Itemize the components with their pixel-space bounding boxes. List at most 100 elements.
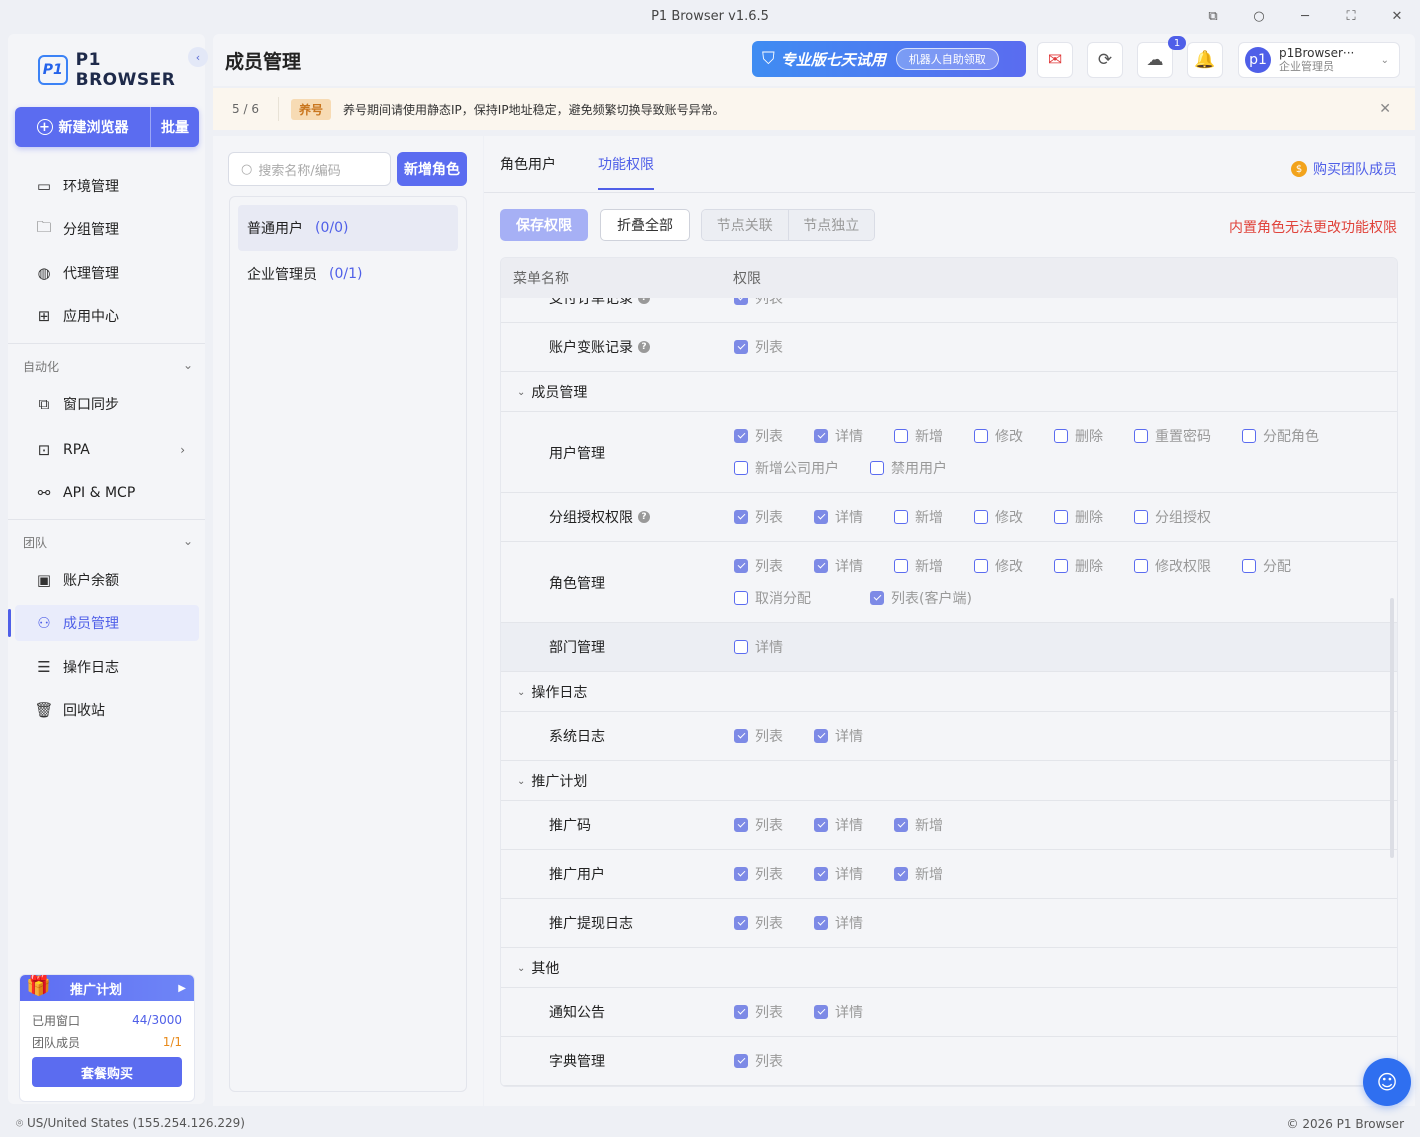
nav-environment[interactable]: ▭ 环境管理	[15, 168, 199, 204]
permission-checkbox[interactable]: 列表	[734, 507, 783, 527]
permission-checkbox[interactable]: 列表	[734, 864, 783, 884]
location-status: ⌾ US/United States (155.254.126.229)	[16, 1116, 245, 1131]
role-item[interactable]: 普通用户 (0/0)	[238, 205, 458, 251]
notice-page[interactable]: 5 / 6	[213, 97, 279, 121]
node-link-button[interactable]: 节点关联	[702, 210, 789, 240]
trial-banner[interactable]: ⛉ 专业版七天试用 机器人自助领取	[752, 41, 1026, 77]
permission-checkbox[interactable]: 新增	[894, 815, 943, 835]
permission-checkbox[interactable]: 详情	[814, 507, 863, 527]
group-toggle[interactable]: ⌄ 推广计划	[517, 771, 587, 791]
permission-checkbox[interactable]: 列表	[734, 556, 783, 576]
permission-checkbox[interactable]: 修改权限	[1134, 556, 1211, 576]
nav-recycle-bin[interactable]: 🗑 回收站	[15, 692, 199, 728]
permission-checkbox[interactable]: 列表	[734, 726, 783, 746]
role-item[interactable]: 企业管理员 (0/1)	[238, 251, 458, 297]
add-role-button[interactable]: 新增角色	[397, 152, 467, 186]
permission-checkbox[interactable]: 列表	[734, 815, 783, 835]
permission-checkbox[interactable]: 删除	[1054, 426, 1103, 446]
permission-checkbox[interactable]: 分配	[1242, 556, 1291, 576]
nav-members[interactable]: ⚇ 成员管理	[8, 605, 199, 641]
permission-checkbox[interactable]: 新增	[894, 864, 943, 884]
download-button[interactable]: ☁	[1137, 42, 1173, 78]
section-automation[interactable]: 自动化 ⌄	[23, 358, 193, 375]
menu-name-text: 字典管理	[549, 1054, 605, 1070]
pip-icon[interactable]: ⧉	[1190, 0, 1236, 32]
promo-header[interactable]: 🎁 推广计划 ▶	[20, 975, 194, 1001]
tab-function-permissions[interactable]: 功能权限	[598, 136, 654, 192]
nav-window-sync[interactable]: ⧉ 窗口同步	[15, 386, 199, 422]
permission-checkbox[interactable]: 列表	[734, 1051, 783, 1071]
nav-proxy[interactable]: ◍ 代理管理	[15, 255, 199, 291]
minimize-button[interactable]: ─	[1282, 0, 1328, 32]
permission-checkbox[interactable]: 详情	[814, 864, 863, 884]
footer: ⌾ US/United States (155.254.126.229) © 2…	[0, 1110, 1420, 1137]
save-permissions-button[interactable]: 保存权限	[500, 209, 588, 241]
permission-checkbox[interactable]: 详情	[814, 1002, 863, 1022]
group-toggle[interactable]: ⌄ 操作日志	[517, 682, 587, 702]
permission-label: 修改权限	[1155, 559, 1211, 575]
nav-balance[interactable]: ▣ 账户余额	[15, 562, 199, 598]
help-icon[interactable]: ?	[638, 511, 650, 523]
permission-checkbox[interactable]: 分组授权	[1134, 507, 1211, 527]
user-menu[interactable]: p1 p1Browser··· 企业管理员 ⌄	[1238, 42, 1400, 78]
permission-checkbox[interactable]: 详情	[734, 637, 783, 657]
permission-checkbox[interactable]: 删除	[1054, 507, 1103, 527]
permission-checkbox[interactable]: 列表	[734, 1002, 783, 1022]
permission-checkbox[interactable]: 详情	[814, 556, 863, 576]
permission-checkbox[interactable]: 详情	[814, 815, 863, 835]
nav-api-mcp[interactable]: ⚯ API & MCP	[15, 475, 199, 511]
batch-button[interactable]: 批量	[151, 107, 199, 147]
permission-checkbox[interactable]: 详情	[814, 913, 863, 933]
support-chat-button[interactable]: ☺	[1363, 1058, 1411, 1106]
buy-team-members-link[interactable]: $ 购买团队成员	[1291, 159, 1397, 179]
permission-checkbox[interactable]: 修改	[974, 556, 1023, 576]
permission-checkbox[interactable]: 列表(客户端)	[870, 588, 972, 608]
close-button[interactable]: ✕	[1374, 0, 1420, 32]
permission-checkbox[interactable]: 修改	[974, 426, 1023, 446]
nav-rpa[interactable]: ⊡ RPA ›	[15, 432, 199, 468]
permission-checkbox[interactable]: 列表	[734, 426, 783, 446]
close-icon[interactable]: ✕	[1379, 101, 1391, 117]
permission-checkbox[interactable]: 列表	[734, 913, 783, 933]
permission-checkbox[interactable]: 修改	[974, 507, 1023, 527]
permission-row: 角色管理 列表 详情 新增 修改 删除 修改权限 分配 取消分配 列表(客户端)	[501, 542, 1397, 623]
new-browser-button[interactable]: + 新建浏览器	[15, 107, 151, 147]
gift-box-button[interactable]: ✉	[1037, 42, 1073, 78]
help-icon[interactable]: ?	[638, 298, 650, 304]
notification-button[interactable]: 🔔	[1187, 42, 1223, 78]
nav-operation-log[interactable]: ☰ 操作日志	[15, 649, 199, 685]
collapse-sidebar-button[interactable]: ‹	[188, 47, 208, 67]
record-icon[interactable]: ○	[1236, 0, 1282, 32]
trial-claim-button[interactable]: 机器人自助领取	[895, 48, 999, 70]
package-buy-button[interactable]: 套餐购买	[32, 1057, 182, 1087]
permission-checkbox[interactable]: 新增公司用户	[734, 458, 839, 478]
tab-role-users[interactable]: 角色用户	[500, 136, 556, 192]
permission-checkbox[interactable]: 重置密码	[1134, 426, 1211, 446]
permission-checkbox[interactable]: 列表	[734, 337, 783, 357]
checkbox-checked-icon	[814, 729, 828, 743]
permission-checkbox[interactable]: 分配角色	[1242, 426, 1319, 446]
nav-group[interactable]: 🗀 分组管理	[15, 211, 199, 247]
refresh-button[interactable]: ⟳	[1087, 42, 1123, 78]
role-search-input[interactable]: ○ 搜索名称/编码	[228, 152, 391, 186]
checkbox-checked-icon	[734, 429, 748, 443]
permission-checkbox[interactable]: 详情	[814, 726, 863, 746]
scrollbar[interactable]	[1390, 598, 1394, 858]
help-icon[interactable]: ?	[638, 341, 650, 353]
permission-checkbox[interactable]: 详情	[814, 426, 863, 446]
node-independent-button[interactable]: 节点独立	[788, 210, 874, 240]
permission-checkbox[interactable]: 取消分配	[734, 588, 811, 608]
group-toggle[interactable]: ⌄ 成员管理	[517, 382, 587, 402]
permission-checkbox[interactable]: 新增	[894, 507, 943, 527]
permission-checkbox[interactable]: 禁用用户	[870, 458, 947, 478]
permission-checkbox[interactable]: 删除	[1054, 556, 1103, 576]
section-team[interactable]: 团队 ⌄	[23, 534, 193, 551]
group-toggle[interactable]: ⌄ 其他	[517, 958, 559, 978]
checkbox-unchecked-icon	[1054, 429, 1068, 443]
fold-all-button[interactable]: 折叠全部	[600, 209, 690, 241]
permission-checkbox[interactable]: 新增	[894, 556, 943, 576]
permission-checkbox[interactable]: 列表	[734, 298, 783, 308]
maximize-button[interactable]: ⛶	[1328, 0, 1374, 32]
permission-checkbox[interactable]: 新增	[894, 426, 943, 446]
nav-apps[interactable]: ⊞ 应用中心	[15, 298, 199, 334]
